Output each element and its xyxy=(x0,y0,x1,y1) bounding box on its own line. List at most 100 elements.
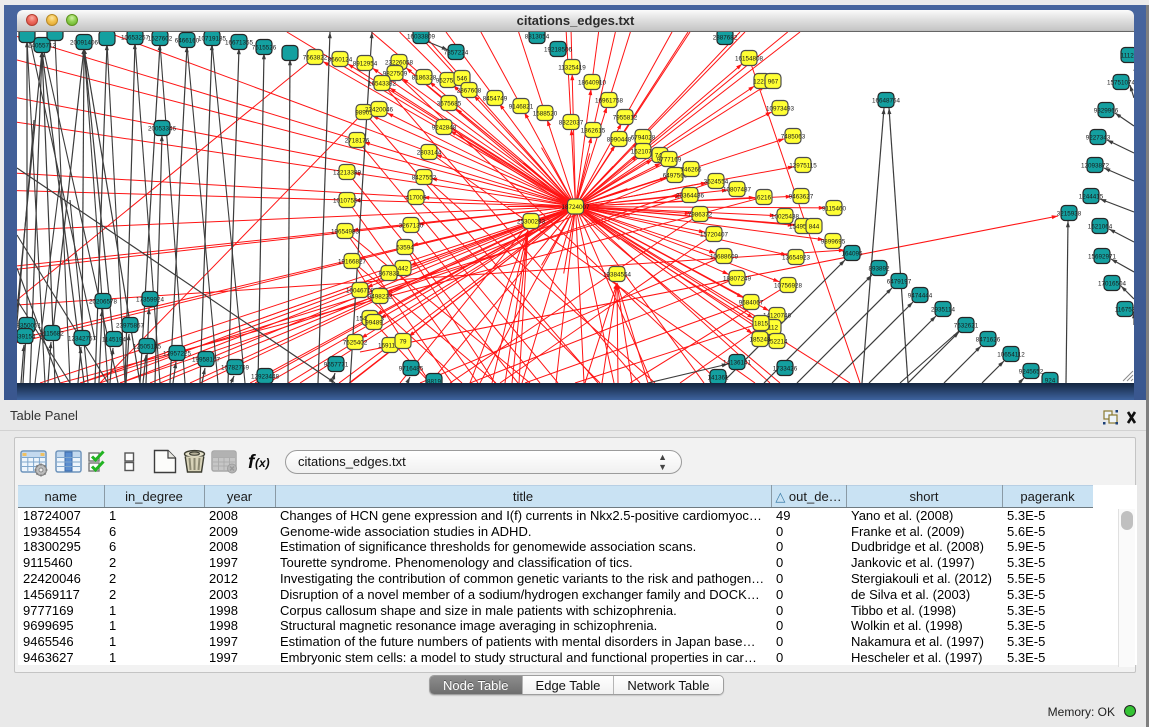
svg-text:10688609: 10688609 xyxy=(710,253,739,260)
svg-text:9329966: 9329966 xyxy=(1094,107,1119,114)
svg-text:20053346: 20053346 xyxy=(148,125,177,132)
svg-text:3267130: 3267130 xyxy=(399,222,424,229)
svg-text:12213389: 12213389 xyxy=(333,169,362,176)
svg-text:7485063: 7485063 xyxy=(781,133,806,140)
svg-text:9684067: 9684067 xyxy=(739,299,764,306)
svg-text:11120: 11120 xyxy=(1121,52,1134,59)
svg-text:2867608: 2867608 xyxy=(457,87,482,94)
svg-text:12505135: 12505135 xyxy=(133,343,162,350)
svg-text:924: 924 xyxy=(1045,377,1056,383)
svg-text:9242848: 9242848 xyxy=(432,124,457,131)
svg-text:12093872: 12093872 xyxy=(1081,162,1110,169)
svg-text:967: 967 xyxy=(768,78,779,85)
svg-text:16648764: 16648764 xyxy=(872,97,901,104)
svg-text:17359924: 17359924 xyxy=(136,296,165,303)
svg-text:7955812: 7955812 xyxy=(613,114,638,121)
svg-text:16782759: 16782759 xyxy=(221,364,250,371)
svg-text:9716485: 9716485 xyxy=(399,365,424,372)
svg-text:2718176: 2718176 xyxy=(345,137,370,144)
svg-text:10756928: 10756928 xyxy=(774,282,803,289)
svg-text:8660124: 8660124 xyxy=(328,56,353,63)
svg-text:7357224: 7357224 xyxy=(444,49,469,56)
svg-text:6216: 6216 xyxy=(757,194,772,201)
svg-text:15720407: 15720407 xyxy=(700,231,729,238)
svg-text:20364436: 20364436 xyxy=(676,192,705,199)
svg-text:9657771: 9657771 xyxy=(324,361,349,368)
svg-text:867833: 867833 xyxy=(378,270,400,277)
svg-text:10973493: 10973493 xyxy=(766,105,795,112)
svg-text:19384554: 19384554 xyxy=(603,271,632,278)
svg-text:893892: 893892 xyxy=(868,265,890,272)
svg-text:9227343: 9227343 xyxy=(1086,134,1111,141)
svg-text:10653257: 10653257 xyxy=(121,34,150,41)
svg-text:19166827: 19166827 xyxy=(338,258,367,265)
svg-text:546: 546 xyxy=(457,75,468,82)
svg-text:8813054: 8813054 xyxy=(525,33,550,40)
svg-text:19958167: 19958167 xyxy=(192,356,221,363)
svg-text:23975867: 23975867 xyxy=(116,322,145,329)
svg-text:9474444: 9474444 xyxy=(908,292,933,299)
svg-text:9463627: 9463627 xyxy=(789,193,814,200)
svg-text:8819: 8819 xyxy=(427,378,442,383)
svg-text:11325419: 11325419 xyxy=(558,64,586,71)
svg-text:116753: 116753 xyxy=(1115,306,1134,313)
svg-text:185248: 185248 xyxy=(749,336,771,343)
svg-text:(x): (x) xyxy=(255,456,270,470)
svg-text:10025438: 10025438 xyxy=(771,213,800,220)
svg-text:53594: 53594 xyxy=(396,244,414,251)
svg-text:10654112: 10654112 xyxy=(997,351,1025,358)
svg-text:9498222: 9498222 xyxy=(368,293,393,300)
svg-text:15751074: 15751074 xyxy=(1107,79,1134,86)
svg-text:18807249: 18807249 xyxy=(723,275,752,282)
svg-text:844: 844 xyxy=(809,223,820,230)
svg-text:8186328: 8186328 xyxy=(412,74,437,81)
svg-text:12923448: 12923448 xyxy=(251,373,280,380)
svg-text:18640910: 18640910 xyxy=(578,79,607,86)
svg-text:8990448: 8990448 xyxy=(607,136,632,143)
svg-text:20206578: 20206578 xyxy=(89,298,118,305)
svg-text:20091406: 20091406 xyxy=(70,39,99,46)
svg-text:2803144: 2803144 xyxy=(417,149,442,156)
svg-text:12342757: 12342757 xyxy=(68,335,97,342)
svg-text:1621064: 1621064 xyxy=(1088,223,1113,230)
svg-text:7515526: 7515526 xyxy=(252,44,277,51)
svg-text:16154808: 16154808 xyxy=(735,55,764,62)
svg-text:99489: 99489 xyxy=(365,319,383,326)
svg-text:22420046: 22420046 xyxy=(365,106,394,113)
svg-text:18724007: 18724007 xyxy=(561,204,590,211)
svg-text:3624554: 3624554 xyxy=(704,178,729,185)
svg-text:19218506: 19218506 xyxy=(544,46,573,53)
svg-text:10719185: 10719185 xyxy=(198,35,227,42)
svg-text:417006: 417006 xyxy=(405,194,427,201)
svg-text:746266: 746266 xyxy=(680,166,702,173)
svg-text:9899695: 9899695 xyxy=(821,238,846,245)
svg-text:1815: 1815 xyxy=(754,320,769,327)
svg-text:6794028: 6794028 xyxy=(631,134,656,141)
svg-text:19654983: 19654983 xyxy=(331,228,360,235)
svg-text:164095: 164095 xyxy=(841,250,863,257)
svg-text:1115682: 1115682 xyxy=(40,330,64,337)
svg-text:7663822: 7663822 xyxy=(303,54,328,61)
svg-text:9245652: 9245652 xyxy=(1019,368,1044,375)
svg-text:8427552: 8427552 xyxy=(412,174,437,181)
svg-text:14055712: 14055712 xyxy=(28,42,57,49)
svg-text:9146821: 9146821 xyxy=(509,103,534,110)
svg-text:7986372: 7986372 xyxy=(688,211,713,218)
svg-text:10107554: 10107554 xyxy=(333,197,362,204)
svg-text:8322037: 8322037 xyxy=(559,119,584,126)
svg-text:16961758: 16961758 xyxy=(595,97,624,104)
svg-text:16671355: 16671355 xyxy=(225,39,254,46)
svg-text:9115460: 9115460 xyxy=(822,205,847,212)
svg-text:3675685: 3675685 xyxy=(437,100,462,107)
svg-text:25300293: 25300293 xyxy=(517,218,546,225)
svg-text:8912954: 8912954 xyxy=(353,60,378,67)
svg-text:15692971: 15692971 xyxy=(1088,253,1117,260)
svg-text:1145194: 1145194 xyxy=(102,336,127,343)
svg-text:8471626: 8471626 xyxy=(976,336,1001,343)
svg-text:1527602: 1527602 xyxy=(148,35,173,42)
svg-text:2887682: 2887682 xyxy=(713,34,738,41)
svg-text:13654923: 13654923 xyxy=(782,254,811,261)
svg-text:3215938: 3215938 xyxy=(1057,210,1082,217)
svg-text:1588520: 1588520 xyxy=(533,110,558,117)
svg-text:2935114: 2935114 xyxy=(931,306,956,313)
